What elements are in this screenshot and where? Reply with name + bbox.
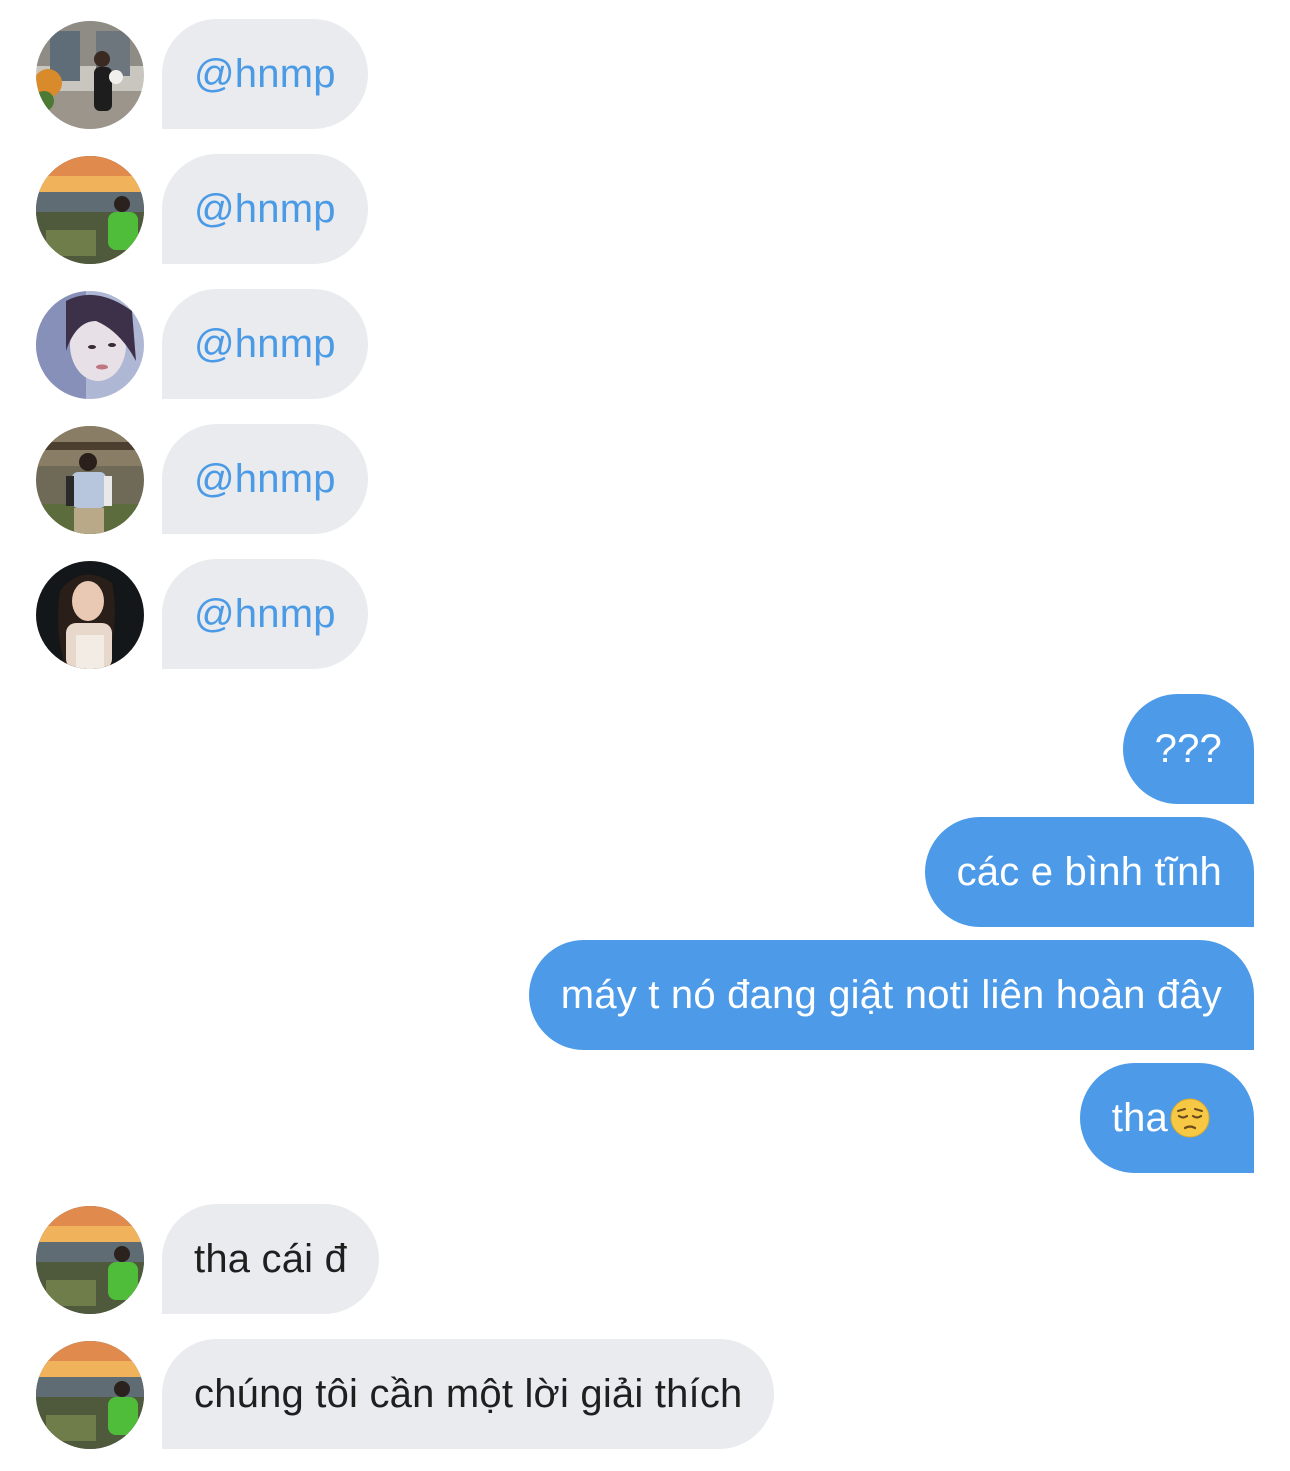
pensive-face-emoji [1170,1098,1210,1138]
avatar[interactable] [36,561,144,669]
message-bubble-outgoing[interactable]: ??? [1122,694,1254,804]
avatar-photo-2 [36,156,144,264]
message-bubble-incoming[interactable]: @hnmp [162,424,368,534]
avatar[interactable] [36,291,144,399]
message-bubble-incoming[interactable]: chúng tôi cần một lời giải thích [162,1339,775,1449]
avatar-photo-5 [36,561,144,669]
avatar[interactable] [36,426,144,534]
message-bubble-incoming[interactable]: @hnmp [162,559,368,669]
message-bubble-incoming[interactable]: @hnmp [162,154,368,264]
avatar-photo-2 [36,1341,144,1449]
avatar[interactable] [36,156,144,264]
avatar[interactable] [36,21,144,129]
message-bubble-incoming[interactable]: @hnmp [162,289,368,399]
message-bubble-incoming[interactable]: @hnmp [162,19,368,129]
avatar[interactable] [36,1206,144,1314]
message-bubble-outgoing[interactable]: các e bình tĩnh [924,817,1254,927]
message-bubble-incoming[interactable]: tha cái đ [162,1204,380,1314]
message-bubble-outgoing[interactable]: tha [1079,1063,1254,1173]
avatar-photo-1 [36,21,144,129]
avatar-photo-2 [36,1206,144,1314]
avatar-photo-4 [36,426,144,534]
avatar-photo-3 [36,291,144,399]
message-text: tha [1111,1095,1168,1140]
message-bubble-outgoing[interactable]: máy t nó đang giật noti liên hoàn đây [528,940,1254,1050]
avatar[interactable] [36,1341,144,1449]
